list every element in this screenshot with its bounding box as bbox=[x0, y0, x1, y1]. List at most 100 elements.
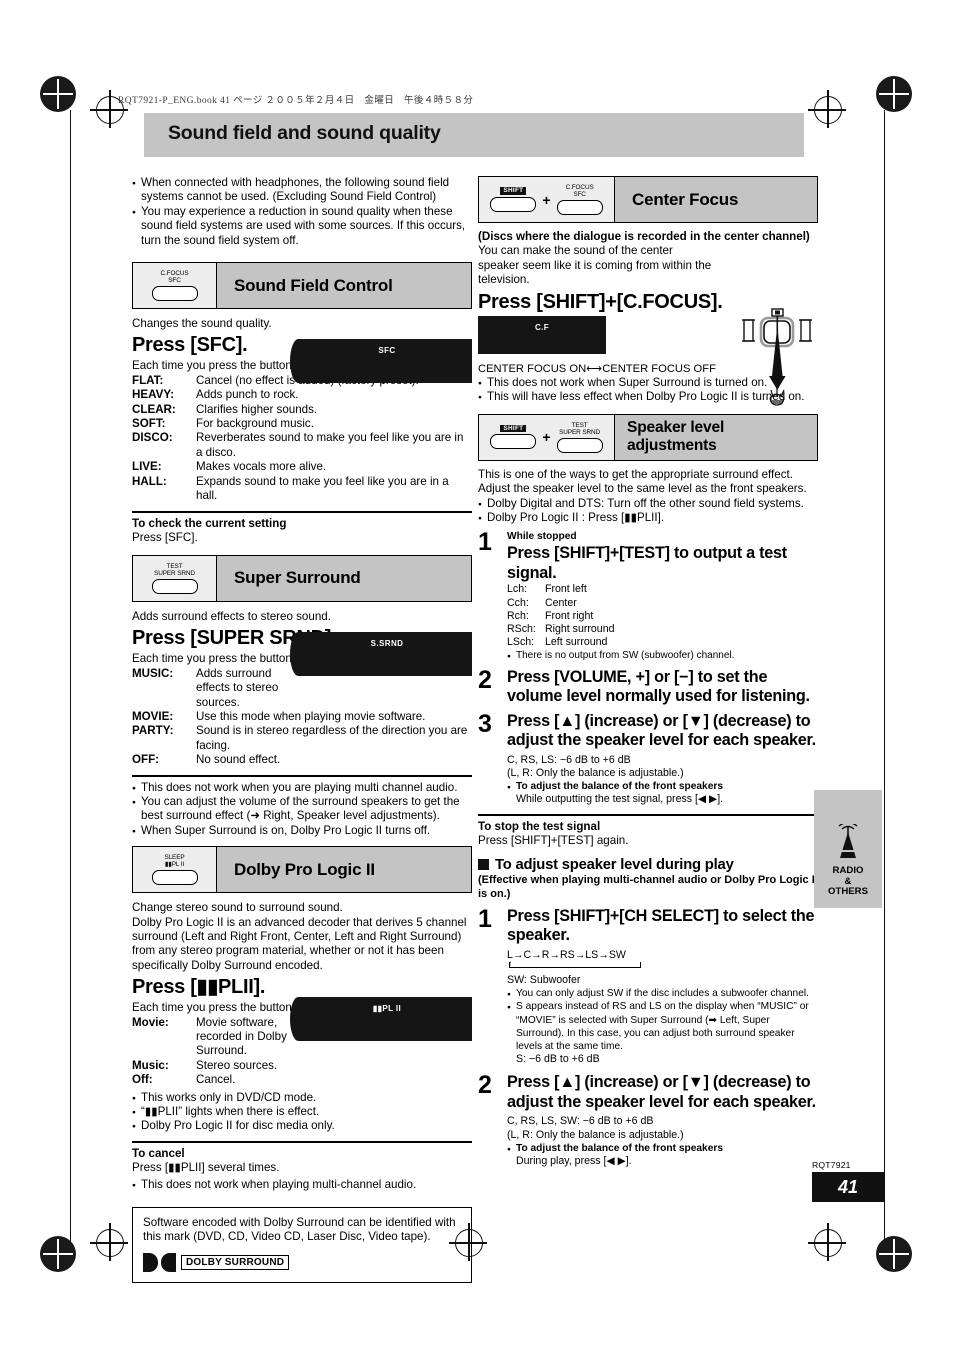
center-focus-body: You can make the sound of the center spe… bbox=[478, 244, 712, 287]
during-play-heading-row: To adjust speaker level during play bbox=[478, 857, 818, 873]
mode-desc: Use this mode when playing movie softwar… bbox=[196, 709, 426, 723]
center-focus-display-panel: C.F bbox=[478, 315, 606, 354]
speaker-level-step-1: 1 While stopped Press [SHIFT]+[TEST] to … bbox=[478, 528, 818, 665]
step-number: 3 bbox=[478, 709, 492, 738]
pl2-key-top-label: SLEEP bbox=[164, 853, 185, 861]
dolby-logo-text: DOLBY SURROUND bbox=[181, 1254, 290, 1270]
list-item: Music: Stereo sources. bbox=[132, 1059, 472, 1073]
mode-name: PARTY: bbox=[132, 724, 174, 738]
center-focus-note-2: This will have less effect when Dolby Pr… bbox=[478, 390, 818, 405]
srnd-note-3: When Super Surround is on, Dolby Pro Log… bbox=[132, 824, 472, 839]
channel-name: Front left bbox=[545, 583, 587, 596]
step3-range: C, RS, LS: −6 dB to +6 dB bbox=[507, 753, 631, 766]
mode-desc: Makes vocals more alive. bbox=[196, 460, 327, 474]
channel-abbr: Rch: bbox=[507, 609, 529, 622]
dolby-pl2-button-icon[interactable]: SLEEP ▮▮PL II bbox=[151, 853, 198, 886]
plus-symbol: + bbox=[542, 191, 551, 208]
sfc-button-icon[interactable]: C.FOCUS SFC bbox=[151, 269, 198, 302]
stop-test-heading: To stop the test signal bbox=[478, 819, 601, 833]
list-item: Off: Cancel. bbox=[132, 1073, 472, 1087]
intro-bullet-2: You may experience a reduction in sound … bbox=[132, 205, 472, 248]
step3-range-2: (L, R: Only the balance is adjustable.) bbox=[507, 766, 684, 779]
sw-label: SW: Subwoofer bbox=[507, 973, 581, 986]
key-group: C.FOCUS SFC bbox=[133, 263, 217, 309]
srnd-display-panel: S.SRND bbox=[290, 631, 472, 676]
center-focus-key-header: SHIFT + C.FOCUS SFC Center Focus bbox=[478, 176, 818, 223]
pl2-cancel-note: This does not work when playing multi-ch… bbox=[132, 1178, 472, 1193]
divider bbox=[132, 1140, 472, 1143]
pl2-note-2: “▮▮PLII” lights when there is effect. bbox=[132, 1105, 472, 1120]
shift-button-icon[interactable]: SHIFT bbox=[490, 425, 537, 450]
test-button-icon[interactable]: TEST SUPER SRND bbox=[556, 421, 603, 454]
speaker-level-key-header: SHIFT + TEST SUPER SRND Speaker level ad… bbox=[478, 413, 818, 461]
super-surround-key-header: TEST SUPER SRND Super Surround bbox=[132, 554, 472, 602]
pl2-intro-2: Dolby Pro Logic II is an advanced decode… bbox=[132, 915, 467, 972]
super-srnd-button-icon[interactable]: TEST SUPER SRND bbox=[151, 563, 198, 595]
mode-name: LIVE: bbox=[132, 460, 162, 474]
mode-desc: Cancel. bbox=[196, 1073, 236, 1087]
dolby-double-d-right-icon bbox=[161, 1252, 176, 1272]
pl2-cancel-heading: To cancel bbox=[132, 1146, 185, 1160]
srnd-key-bottom-label: SUPER SRND bbox=[154, 569, 195, 577]
sfc-key-bottom-label: SFC bbox=[168, 277, 181, 285]
sfc-display-text: SFC bbox=[378, 346, 396, 356]
step2-balance-text: During play, press [◀ ▶]. bbox=[516, 1154, 632, 1167]
sfc-key-top-label: C.FOCUS bbox=[160, 269, 189, 277]
list-item: CLEAR: Clarifies higher sounds. bbox=[132, 403, 472, 417]
mode-name: FLAT: bbox=[132, 373, 164, 387]
super-surround-heading: Super Surround bbox=[217, 555, 471, 601]
step-instruction: Press [▲] (increase) or [▼] (decrease) t… bbox=[507, 711, 816, 750]
mode-desc: Expands sound to make you feel like you … bbox=[196, 474, 449, 503]
left-column: When connected with headphones, the foll… bbox=[132, 176, 472, 1283]
during-play-heading: To adjust speaker level during play bbox=[495, 856, 734, 873]
radio-antenna-icon bbox=[838, 824, 858, 859]
dolby-pro-logic-key-header: SLEEP ▮▮PL II Dolby Pro Logic II bbox=[132, 846, 472, 894]
page-number: 41 bbox=[812, 1172, 884, 1202]
divider bbox=[478, 813, 818, 816]
step2-range: C, RS, LS, SW: −6 dB to +6 dB bbox=[507, 1115, 654, 1128]
right-column: SHIFT + C.FOCUS SFC Center Focus (Discs … bbox=[478, 176, 818, 1168]
list-item: HALL: Expands sound to make you feel like… bbox=[132, 475, 472, 504]
page-title-banner: Sound field and sound quality bbox=[144, 113, 804, 157]
divider bbox=[132, 510, 472, 513]
step1-note: There is no output from SW (subwoofer) c… bbox=[507, 649, 818, 664]
button-pill-shape bbox=[556, 438, 603, 454]
list-item: PARTY: Sound is in stereo regardless of t… bbox=[132, 724, 472, 753]
center-focus-subtitle: (Discs where the dialogue is recorded in… bbox=[478, 230, 810, 243]
during-play-note-1: You can only adjust SW if the disc inclu… bbox=[507, 987, 818, 1002]
crop-mark-top-right bbox=[808, 90, 846, 128]
check-setting-text: Press [SFC]. bbox=[132, 530, 198, 544]
channel-abbr: Lch: bbox=[507, 583, 528, 596]
mode-name: Music: bbox=[132, 1058, 169, 1072]
cfocus-button-icon[interactable]: C.FOCUS SFC bbox=[556, 184, 603, 216]
button-pill-shape bbox=[490, 196, 537, 212]
sound-field-control-key-header: C.FOCUS SFC Sound Field Control bbox=[132, 262, 472, 310]
shift-button-icon[interactable]: SHIFT bbox=[490, 187, 537, 212]
channel-list: Lch: Front left Cch: Center Rch: Front righ… bbox=[507, 583, 818, 649]
mode-name: MUSIC: bbox=[132, 666, 174, 680]
pl2-press-heading: Press [▮▮PLII]. bbox=[132, 976, 266, 999]
test-key-top-label: TEST bbox=[571, 421, 588, 429]
mode-name: MOVIE: bbox=[132, 709, 174, 723]
dolby-note-text: Software encoded with Dolby Surround can… bbox=[143, 1215, 456, 1244]
step-number: 1 bbox=[478, 528, 492, 557]
key-group: SHIFT + TEST SUPER SRND bbox=[479, 414, 615, 460]
mode-desc: No sound effect. bbox=[196, 753, 281, 767]
registration-mark-top-right bbox=[876, 76, 912, 112]
speaker-level-intro: This is one of the ways to get the appro… bbox=[478, 467, 807, 496]
speaker-level-step-3: 3 Press [▲] (increase) or [▼] (decrease)… bbox=[478, 709, 818, 807]
speaker-level-heading: Speaker level adjustments bbox=[615, 414, 817, 460]
mode-desc: Adds surround effects to stereo sources. bbox=[196, 666, 279, 709]
mode-desc: Clarifies higher sounds. bbox=[196, 402, 318, 416]
srnd-note-2: You can adjust the volume of the surroun… bbox=[132, 795, 472, 824]
sfc-display-panel: SFC bbox=[290, 339, 472, 384]
button-pill-shape bbox=[490, 434, 537, 450]
center-focus-display-text: C.F bbox=[534, 322, 550, 332]
sfc-intro: Changes the sound quality. bbox=[132, 317, 272, 331]
mode-name: CLEAR: bbox=[132, 402, 176, 416]
srnd-note-1: This does not work when you are playing … bbox=[132, 781, 472, 796]
channel-name: Center bbox=[545, 596, 577, 609]
srnd-intro: Adds surround effects to stereo sound. bbox=[132, 609, 331, 623]
shift-key-label: SHIFT bbox=[500, 187, 527, 195]
model-number: RQT7921 bbox=[812, 1160, 851, 1170]
